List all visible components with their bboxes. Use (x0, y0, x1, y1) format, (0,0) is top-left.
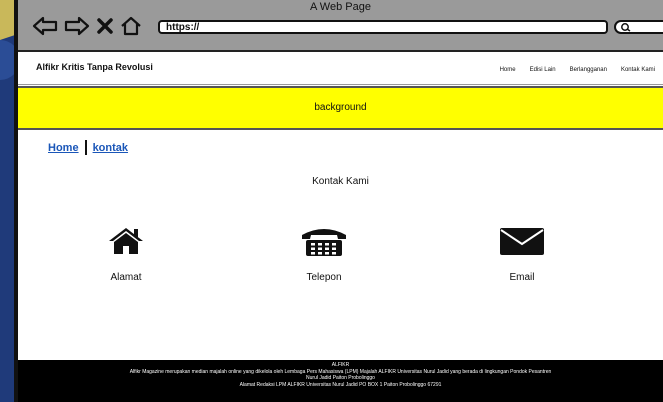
site-brand[interactable]: Alfikr Kritis Tanpa Revolusi (36, 62, 153, 72)
banner: background (18, 86, 663, 130)
menu-item-edisi-lain[interactable]: Edisi Lain (530, 67, 556, 73)
contact-label-telepon: Telepon (306, 272, 342, 283)
breadcrumb-home-link[interactable]: Home (48, 142, 79, 154)
site-header: Alfikr Kritis Tanpa Revolusi Home Edisi … (18, 54, 663, 85)
footer-line-3: Alamat Redaksi LPM ALFIKR Universitas Nu… (239, 381, 442, 388)
search-icon (621, 23, 631, 32)
menu-item-kontak-kami[interactable]: Kontak Kami (621, 67, 655, 73)
contact-item-email[interactable]: Email (472, 224, 572, 283)
breadcrumb-current-link[interactable]: kontak (93, 142, 128, 154)
banner-text: background (314, 102, 367, 113)
browser-window: A Web Page https:// Alfikr Kritis Tanpa … (14, 0, 663, 402)
url-text: https:// (166, 22, 200, 33)
contact-title: Kontak Kami (312, 176, 369, 187)
back-arrow-icon[interactable] (32, 16, 58, 36)
telephone-icon (302, 229, 346, 256)
footer: ALFIKR Alfikr Magazine merupakan median … (18, 360, 663, 402)
main-menu: Home Edisi Lain Berlangganan Kontak Kami (500, 67, 655, 73)
house-icon (109, 228, 143, 254)
contact-label-email: Email (509, 272, 535, 283)
search-box[interactable] (614, 20, 663, 34)
nav-buttons (32, 14, 142, 38)
window-title: A Web Page (310, 1, 371, 13)
breadcrumb: Home kontak (48, 140, 128, 155)
forward-arrow-icon[interactable] (64, 16, 90, 36)
breadcrumb-separator (84, 140, 87, 155)
contact-item-alamat[interactable]: Alamat (76, 224, 176, 283)
menu-item-home[interactable]: Home (500, 67, 516, 73)
url-bar[interactable]: https:// (158, 20, 608, 34)
home-icon[interactable] (120, 16, 142, 36)
contact-item-telepon[interactable]: Telepon (274, 224, 374, 283)
close-icon[interactable] (96, 17, 114, 35)
menu-item-berlangganan[interactable]: Berlangganan (570, 67, 607, 73)
contact-label-alamat: Alamat (110, 272, 142, 283)
title-bar: A Web Page https:// (18, 0, 663, 52)
envelope-icon (500, 228, 544, 255)
